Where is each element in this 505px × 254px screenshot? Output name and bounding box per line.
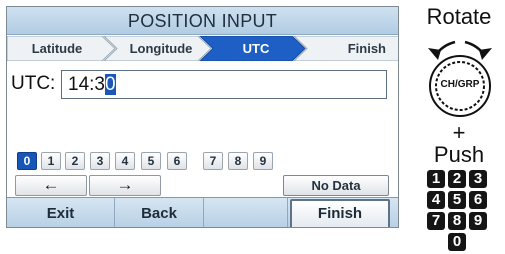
num-key-6: 6 xyxy=(469,191,487,209)
rotate-arrowhead-right-icon xyxy=(479,48,492,60)
key-4[interactable]: 4 xyxy=(115,152,135,170)
left-arrow-icon: ← xyxy=(42,175,60,194)
num-key-7: 7 xyxy=(427,212,445,230)
num-key-9: 9 xyxy=(469,212,487,230)
key-1[interactable]: 1 xyxy=(41,152,61,170)
key-3[interactable]: 3 xyxy=(90,152,110,170)
knob-label: CH/GRP xyxy=(440,79,480,90)
key-7[interactable]: 7 xyxy=(203,152,223,170)
cursor-left-button[interactable]: ← xyxy=(15,175,87,196)
num-key-8: 8 xyxy=(448,212,466,230)
knob-graphic xyxy=(428,40,492,117)
utc-input-cursor: 0 xyxy=(104,74,116,95)
screen-title: POSITION INPUT xyxy=(7,7,398,35)
key-5[interactable]: 5 xyxy=(141,152,161,170)
num-key-3: 3 xyxy=(469,170,487,188)
num-key-4: 4 xyxy=(427,191,445,209)
utc-input-value: 14:3 xyxy=(68,74,105,95)
plus-label: + xyxy=(452,120,466,145)
exit-button[interactable]: Exit xyxy=(7,198,115,227)
cursor-right-button[interactable]: → xyxy=(89,175,161,196)
key-2[interactable]: 2 xyxy=(65,152,85,170)
softkey-bar: Exit Back Finish xyxy=(7,197,398,227)
empty-softkey[interactable] xyxy=(204,198,288,227)
key-6[interactable]: 6 xyxy=(167,152,187,170)
num-key-1: 1 xyxy=(427,170,445,188)
step-finish: Finish xyxy=(347,41,386,56)
key-9[interactable]: 9 xyxy=(253,152,273,170)
push-label: Push xyxy=(433,142,485,167)
num-key-0: 0 xyxy=(448,233,466,251)
ch-grp-knob[interactable]: CH/GRP xyxy=(419,34,499,120)
num-key-5: 5 xyxy=(448,191,466,209)
no-data-button[interactable]: No Data xyxy=(283,175,389,196)
step-indicator: Latitude Longitude UTC Finish xyxy=(7,36,398,61)
right-arrow-icon: → xyxy=(116,175,134,194)
num-key-2: 2 xyxy=(448,170,466,188)
step-latitude: Latitude xyxy=(31,41,83,56)
step-longitude: Longitude xyxy=(129,41,193,56)
utc-field-label: UTC: xyxy=(11,73,56,94)
key-0[interactable]: 0 xyxy=(17,152,37,170)
utc-input[interactable]: 14:30 xyxy=(61,70,387,99)
step-utc: UTC xyxy=(242,41,270,56)
key-8[interactable]: 8 xyxy=(228,152,248,170)
back-button[interactable]: Back xyxy=(115,198,204,227)
device-screen: POSITION INPUT Latitude Longitude UTC Fi… xyxy=(6,6,399,228)
rotate-arrowhead-left-icon xyxy=(428,48,441,60)
finish-button[interactable]: Finish xyxy=(290,199,390,227)
rotate-label: Rotate xyxy=(426,4,492,29)
